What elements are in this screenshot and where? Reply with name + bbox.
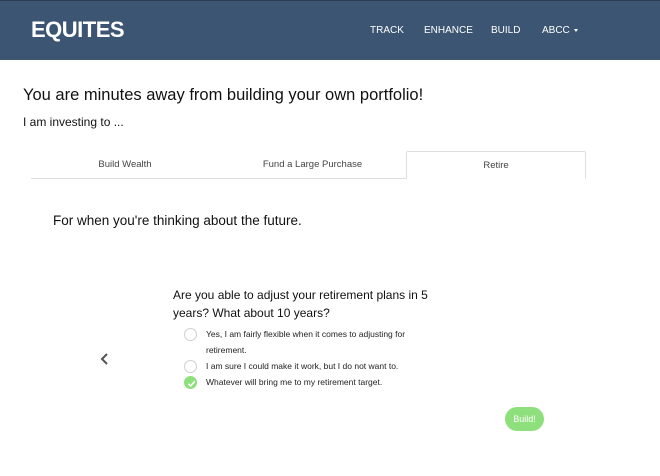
tab-fund-large-purchase[interactable]: Fund a Large Purchase — [219, 151, 406, 179]
nav-track[interactable]: TRACK — [370, 25, 404, 36]
radio-button-checked[interactable] — [184, 376, 197, 389]
goal-tabs: Build Wealth Fund a Large Purchase Retir… — [31, 151, 586, 179]
chevron-left-icon[interactable] — [99, 352, 111, 366]
check-icon — [187, 380, 196, 388]
radio-button[interactable] — [184, 360, 197, 373]
tab-build-wealth[interactable]: Build Wealth — [31, 151, 219, 179]
page-subline: I am investing to ... — [23, 115, 124, 129]
nav-enhance[interactable]: ENHANCE — [424, 25, 473, 36]
option-label: Whatever will bring me to my retirement … — [206, 377, 383, 387]
account-name: ABCC — [542, 25, 570, 36]
caret-down-icon — [573, 28, 578, 32]
radio-button[interactable] — [184, 328, 197, 341]
tab-description: For when you're thinking about the futur… — [53, 213, 302, 228]
tab-retire[interactable]: Retire — [406, 151, 586, 179]
brand-logo[interactable]: EQUITES — [31, 17, 125, 43]
account-menu[interactable]: ABCC — [542, 25, 578, 36]
question-text: Are you able to adjust your retirement p… — [173, 288, 428, 320]
top-navbar: EQUITES TRACK ENHANCE BUILD ABCC — [0, 0, 660, 60]
build-button[interactable]: Build! — [505, 407, 544, 431]
option-label: Yes, I am fairly flexible when it comes … — [206, 329, 406, 355]
option-label: I am sure I could make it work, but I do… — [206, 361, 399, 371]
page-headline: You are minutes away from building your … — [23, 86, 424, 104]
nav-build[interactable]: BUILD — [491, 25, 520, 36]
